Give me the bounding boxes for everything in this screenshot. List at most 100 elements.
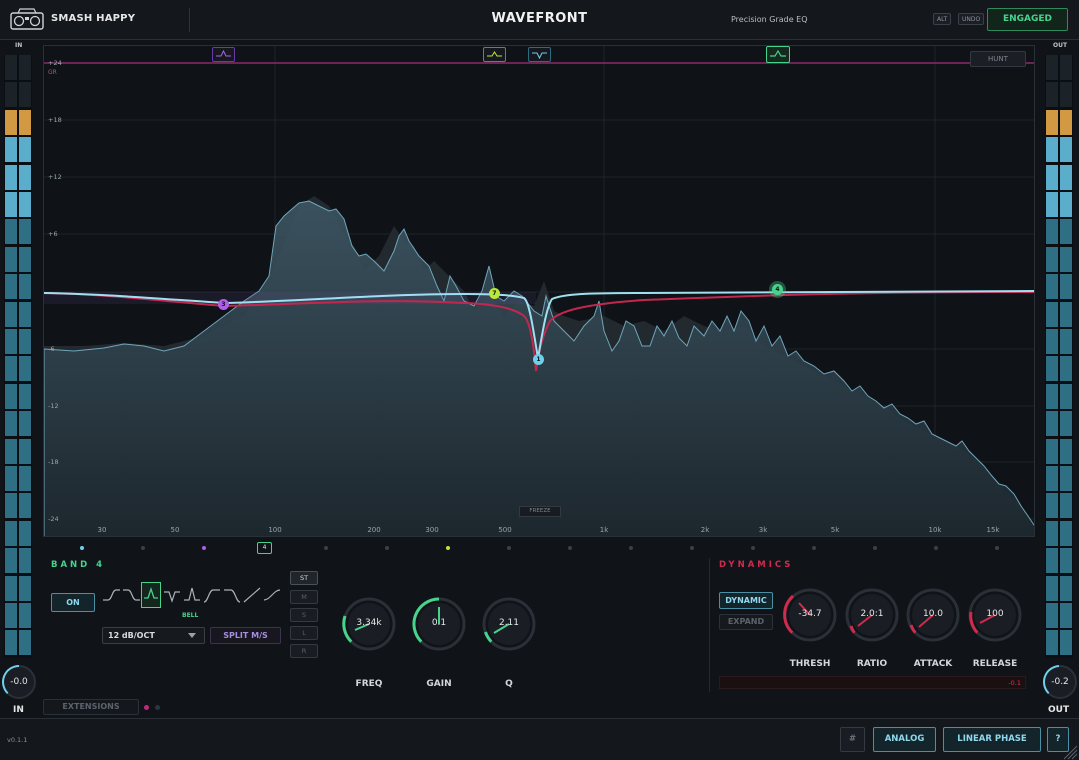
right-mode-button[interactable]: R <box>290 644 318 658</box>
band-indicator-dot[interactable] <box>385 546 389 550</box>
band-pass-icon[interactable] <box>242 582 262 608</box>
output-gain-knob[interactable]: -0.2 <box>1042 664 1078 700</box>
tilt-shape-icon[interactable] <box>182 582 202 608</box>
band-indicator-dot[interactable] <box>507 546 511 550</box>
input-gain-knob[interactable]: -0.0 <box>1 664 37 700</box>
engaged-button[interactable]: ENGAGED <box>987 8 1068 31</box>
meter-segment <box>1046 301 1058 327</box>
expand-button[interactable]: EXPAND <box>719 614 773 630</box>
divider <box>709 558 710 692</box>
slope-value: 12 dB/OCT <box>108 631 155 640</box>
band-tab-3[interactable] <box>212 47 235 62</box>
band-indicator-dot[interactable] <box>751 546 755 550</box>
ratio-knob[interactable]: 2.0:1 <box>844 587 900 643</box>
meter-segment <box>1046 356 1058 382</box>
meter-segment <box>5 301 17 327</box>
meter-segment <box>1060 383 1072 409</box>
band-indicator-selected[interactable]: 4 <box>257 542 272 554</box>
band-indicator-dot[interactable] <box>324 546 328 550</box>
gain-reduction-meter: -0.1 <box>719 676 1026 689</box>
attack-knob[interactable]: 10.0 <box>905 587 961 643</box>
slope-dropdown[interactable]: 12 dB/OCT <box>102 627 205 644</box>
meter-segment <box>5 520 17 546</box>
meter-segment <box>19 137 31 163</box>
meter-segment <box>19 383 31 409</box>
band-node-7[interactable]: 7 <box>489 288 500 299</box>
band-indicator-dot[interactable] <box>568 546 572 550</box>
linear-phase-button[interactable]: LINEAR PHASE <box>943 727 1041 752</box>
band-tab-1[interactable] <box>528 47 551 62</box>
extension-dot[interactable] <box>144 705 149 710</box>
freq-knob[interactable]: 3.34k <box>341 596 397 652</box>
dynamic-button[interactable]: DYNAMIC <box>719 592 773 609</box>
band-node-1[interactable]: 1 <box>533 354 544 365</box>
all-pass-icon[interactable] <box>262 582 282 608</box>
band-indicator-dot[interactable] <box>812 546 816 550</box>
left-mode-button[interactable]: L <box>290 626 318 640</box>
band-indicator-dot[interactable] <box>202 546 206 550</box>
band-indicator-dot[interactable] <box>629 546 633 550</box>
freq-label: 200 <box>367 526 381 534</box>
band-indicator-dot[interactable] <box>446 546 450 550</box>
bell-shape-icon <box>487 51 502 57</box>
eq-spectrum-svg <box>44 46 1034 536</box>
release-knob[interactable]: 100 <box>967 587 1023 643</box>
meter-segment <box>1046 520 1058 546</box>
freq-label: 10k <box>928 526 942 534</box>
meter-segment <box>1060 520 1072 546</box>
band-indicator-dot[interactable] <box>80 546 84 550</box>
notch-shape-icon[interactable] <box>162 582 182 608</box>
band-indicator-dot[interactable] <box>873 546 877 550</box>
freq-label: FREQ <box>355 679 383 689</box>
hash-button[interactable]: # <box>840 727 865 752</box>
meter-segment <box>1046 55 1058 80</box>
meter-segment <box>1060 192 1072 217</box>
eq-display[interactable]: +24 GR +18 +12 +6 -6 -12 -18 -24 30 50 1… <box>43 45 1035 537</box>
band-node-4[interactable]: 4 <box>772 284 783 295</box>
meter-segment <box>1060 82 1072 108</box>
meter-segment <box>1046 411 1058 437</box>
attack-value: 10.0 <box>922 609 944 619</box>
meter-segment <box>5 192 17 217</box>
low-shelf-icon[interactable] <box>101 582 121 608</box>
low-cut-icon[interactable] <box>202 582 222 608</box>
threshold-knob[interactable]: -34.7 <box>782 587 838 643</box>
band-tab-7[interactable] <box>483 47 506 62</box>
db-label: -6 <box>48 345 55 353</box>
meter-segment <box>1060 630 1072 656</box>
top-bar: SMASH HAPPY WAVEFRONT Precision Grade EQ… <box>0 0 1079 40</box>
extensions-button[interactable]: EXTENSIONS <box>43 699 139 715</box>
alt-button[interactable]: ALT <box>933 13 952 25</box>
meter-segment <box>1046 274 1058 300</box>
meter-segment <box>19 603 31 628</box>
hunt-button[interactable]: HUNT <box>970 51 1026 67</box>
band-indicator-dot[interactable] <box>995 546 999 550</box>
band-on-button[interactable]: ON <box>51 593 95 612</box>
meter-segment <box>19 55 31 80</box>
mid-mode-button[interactable]: M <box>290 590 318 604</box>
band-tab-4[interactable] <box>766 46 790 63</box>
meter-segment <box>19 246 31 272</box>
analog-button[interactable]: ANALOG <box>873 727 936 752</box>
meter-segment <box>19 356 31 382</box>
high-cut-icon[interactable] <box>222 582 242 608</box>
gain-knob[interactable]: 0.1 <box>411 596 467 652</box>
split-ms-button[interactable]: SPLIT M/S <box>210 627 281 644</box>
version-label: v0.1.1 <box>7 736 28 744</box>
input-meter-label: IN <box>15 42 23 49</box>
band-indicator-dot[interactable] <box>690 546 694 550</box>
extension-dot[interactable] <box>155 705 160 710</box>
stereo-mode-button[interactable]: ST <box>290 571 318 585</box>
band-indicator-dot[interactable] <box>934 546 938 550</box>
high-shelf-icon[interactable] <box>121 582 141 608</box>
resize-grip-icon[interactable] <box>1060 742 1078 760</box>
meter-segment <box>5 630 17 656</box>
bell-shape-button[interactable] <box>141 582 161 608</box>
undo-button[interactable]: UNDO <box>958 13 985 25</box>
band-indicator-dot[interactable] <box>141 546 145 550</box>
meter-segment <box>5 466 17 491</box>
freeze-button[interactable]: FREEZE <box>519 506 561 517</box>
band-node-3[interactable]: 3 <box>218 299 229 310</box>
q-knob[interactable]: 2.11 <box>481 596 537 652</box>
side-mode-button[interactable]: S <box>290 608 318 622</box>
